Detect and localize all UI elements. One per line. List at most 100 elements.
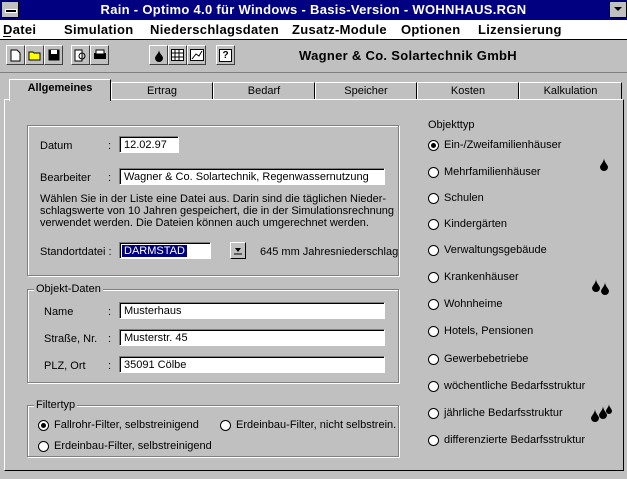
title-bar: Rain - Optimo 4.0 für Windows - Basis-Ve… bbox=[0, 0, 627, 20]
menu-niederschlagsdaten[interactable]: Niederschlagsdaten bbox=[150, 22, 279, 37]
triple-drop-icon bbox=[591, 404, 612, 422]
menu-bar: Datei Simulation Niederschlagsdaten Zusa… bbox=[0, 20, 627, 40]
objekttyp-radio-0[interactable] bbox=[428, 140, 439, 151]
plz-colon: : bbox=[108, 360, 112, 372]
objekttyp-radio-4[interactable] bbox=[428, 245, 439, 256]
objekttyp-label-8: Gewerbebetriebe bbox=[444, 353, 529, 365]
menu-optionen[interactable]: Optionen bbox=[401, 22, 460, 37]
table-button[interactable] bbox=[168, 45, 187, 65]
tab-ertrag[interactable]: Ertrag bbox=[111, 82, 213, 99]
dropdown-arrow-icon bbox=[234, 248, 242, 255]
objekttyp-radio-5[interactable] bbox=[428, 272, 439, 283]
name-field[interactable]: Musterhaus bbox=[119, 302, 385, 319]
objekttyp-label-5: Krankenhäuser bbox=[444, 271, 519, 283]
table-icon bbox=[171, 49, 184, 61]
objekttyp-radio-6[interactable] bbox=[428, 299, 439, 310]
description-line-2: schlagswerte von 10 Jahren gespeichert, … bbox=[40, 205, 395, 217]
toolbar: ? Wagner & Co. Solartechnik GmbH bbox=[0, 40, 627, 73]
standort-label: Standortdatei : bbox=[40, 246, 112, 258]
chart-icon bbox=[189, 49, 204, 61]
objekttyp-radio-8[interactable] bbox=[428, 354, 439, 365]
print-preview-button[interactable] bbox=[71, 45, 90, 65]
standort-dropdown-button[interactable] bbox=[230, 242, 246, 259]
description-line-3: verwendet werden. Die Dateien können auc… bbox=[40, 217, 369, 229]
rain-icon bbox=[154, 49, 163, 62]
print-icon bbox=[93, 49, 106, 59]
filtertyp-group: Filtertyp Fallrohr-Filter, selbstreinige… bbox=[27, 399, 399, 457]
objekttyp-radio-1[interactable] bbox=[428, 167, 439, 178]
chart-button[interactable] bbox=[187, 45, 206, 65]
tab-allgemeines[interactable]: Allgemeines bbox=[9, 79, 111, 101]
datum-label: Datum bbox=[40, 140, 73, 152]
plz-field[interactable]: 35091 Cölbe bbox=[119, 356, 385, 373]
minimize-button[interactable] bbox=[609, 1, 627, 18]
objekttyp-label-9: wöchentliche Bedarfsstruktur bbox=[444, 380, 586, 392]
objekttyp-group: Objekttyp Ein-/Zweifamilienhäuser Mehrfa… bbox=[416, 119, 612, 456]
objekt-daten-title: Objekt-Daten bbox=[34, 283, 103, 295]
menu-zusatz-module[interactable]: Zusatz-Module bbox=[292, 22, 387, 37]
help-button[interactable]: ? bbox=[216, 45, 235, 65]
datum-field[interactable]: 12.02.97 bbox=[119, 136, 179, 153]
bearbeiter-field[interactable]: Wagner & Co. Solartechnik, Regenwassernu… bbox=[119, 168, 385, 185]
standort-select[interactable]: DARMSTAD bbox=[119, 242, 211, 259]
help-icon: ? bbox=[219, 48, 232, 62]
description-line-1: Wählen Sie in der Liste eine Datei aus. … bbox=[40, 193, 387, 205]
objekttyp-label-4: Verwaltungsgebäude bbox=[444, 244, 547, 256]
menu-datei[interactable]: Datei bbox=[3, 22, 36, 37]
name-label: Name bbox=[44, 306, 74, 318]
save-icon bbox=[48, 49, 59, 61]
print-button[interactable] bbox=[90, 45, 109, 65]
objekttyp-radio-2[interactable] bbox=[428, 193, 439, 204]
niederschlag-text: 645 mm Jahresniederschlag bbox=[260, 246, 399, 258]
menu-simulation[interactable]: Simulation bbox=[64, 22, 133, 37]
bearbeiter-label: Bearbeiter bbox=[40, 172, 91, 184]
filter-label-erdeinbau-selbst: Erdeinbau-Filter, selbstreinigend bbox=[54, 440, 212, 452]
general-group: Datum : 12.02.97 Bearbeiter : Wagner & C… bbox=[27, 125, 399, 276]
new-icon bbox=[10, 49, 21, 61]
double-drop-icon bbox=[592, 279, 609, 295]
objekttyp-label-6: Wohnheime bbox=[444, 298, 503, 310]
menu-lizensierung[interactable]: Lizensierung bbox=[478, 22, 562, 37]
rain-button[interactable] bbox=[149, 45, 168, 65]
objekttyp-title: Objekttyp bbox=[428, 119, 475, 131]
objekttyp-label-2: Schulen bbox=[444, 192, 484, 204]
filter-label-erdeinbau-nicht: Erdeinbau-Filter, nicht selbstrein. bbox=[236, 419, 397, 431]
save-button[interactable] bbox=[44, 45, 63, 65]
tab-speicher[interactable]: Speicher bbox=[315, 82, 417, 99]
new-button[interactable] bbox=[6, 45, 25, 65]
filtertyp-title: Filtertyp bbox=[34, 399, 78, 411]
objekttyp-radio-7[interactable] bbox=[428, 326, 439, 337]
single-drop-icon bbox=[600, 158, 608, 171]
strasse-label: Straße, Nr. bbox=[44, 333, 98, 345]
company-name: Wagner & Co. Solartechnik GmbH bbox=[299, 48, 517, 63]
datum-colon: : bbox=[108, 140, 112, 152]
objekttyp-label-1: Mehrfamilienhäuser bbox=[444, 166, 541, 178]
open-icon bbox=[28, 51, 40, 61]
filter-radio-fallrohr[interactable] bbox=[38, 420, 49, 431]
filter-radio-erdeinbau-nicht[interactable] bbox=[220, 420, 231, 431]
tab-kosten[interactable]: Kosten bbox=[417, 82, 519, 99]
objekttyp-label-10: jährliche Bedarfsstruktur bbox=[444, 407, 563, 419]
down-arrow-icon bbox=[614, 7, 622, 11]
filter-label-fallrohr: Fallrohr-Filter, selbstreinigend bbox=[54, 419, 199, 431]
name-colon: : bbox=[108, 306, 112, 318]
objekttyp-label-0: Ein-/Zweifamilienhäuser bbox=[444, 139, 562, 151]
strasse-colon: : bbox=[108, 333, 112, 345]
open-button[interactable] bbox=[25, 45, 44, 65]
objekt-daten-group: Objekt-Daten Name : Musterhaus Straße, N… bbox=[27, 283, 399, 383]
objekttyp-label-11: differenzierte Bedarfsstruktur bbox=[444, 434, 586, 446]
tab-bedarf[interactable]: Bedarf bbox=[213, 82, 315, 99]
strasse-field[interactable]: Musterstr. 45 bbox=[119, 329, 385, 346]
objekttyp-radio-11[interactable] bbox=[428, 435, 439, 446]
window-title: Rain - Optimo 4.0 für Windows - Basis-Ve… bbox=[100, 2, 527, 17]
tab-kalkulation[interactable]: Kalkulation bbox=[519, 82, 622, 99]
standort-value: DARMSTAD bbox=[122, 245, 187, 257]
objekttyp-radio-9[interactable] bbox=[428, 381, 439, 392]
objekttyp-label-3: Kindergärten bbox=[444, 218, 507, 230]
objekttyp-radio-3[interactable] bbox=[428, 219, 439, 230]
print-preview-icon bbox=[74, 49, 86, 61]
bearbeiter-colon: : bbox=[108, 172, 112, 184]
objekttyp-radio-10[interactable] bbox=[428, 408, 439, 419]
filter-radio-erdeinbau-selbst[interactable] bbox=[38, 441, 49, 452]
objekttyp-label-7: Hotels, Pensionen bbox=[444, 325, 534, 337]
